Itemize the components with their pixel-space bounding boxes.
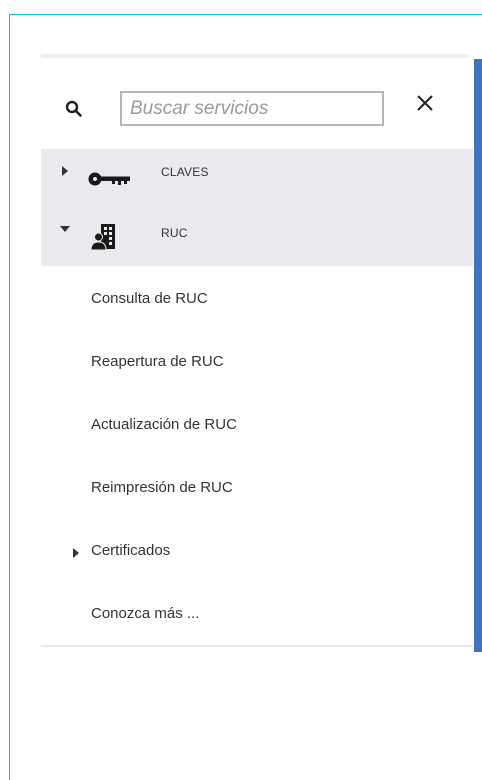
building-user-icon	[91, 224, 115, 251]
caret-right-icon[interactable]	[73, 548, 79, 558]
menu-item-actualizacion-ruc[interactable]: Actualización de RUC	[91, 416, 237, 433]
menu-item-reimpresion-ruc[interactable]: Reimpresión de RUC	[91, 479, 233, 496]
key-icon	[88, 172, 130, 186]
bottom-divider	[41, 645, 473, 647]
menu-item-consulta-ruc[interactable]: Consulta de RUC	[91, 290, 208, 307]
category-label-claves: CLAVES	[161, 165, 209, 179]
scrollbar[interactable]	[474, 59, 482, 652]
top-divider	[41, 54, 469, 58]
search-input[interactable]	[120, 91, 384, 126]
search-icon	[65, 100, 82, 117]
category-ruc[interactable]: RUC	[41, 207, 473, 266]
category-claves[interactable]: CLAVES	[41, 149, 473, 207]
category-label-ruc: RUC	[161, 226, 188, 240]
menu-item-reapertura-ruc[interactable]: Reapertura de RUC	[91, 353, 224, 370]
close-icon	[417, 95, 433, 111]
caret-down-icon	[60, 226, 70, 232]
menu-item-certificados[interactable]: Certificados	[91, 542, 170, 559]
search-row	[41, 88, 473, 134]
menu-item-conozca-mas[interactable]: Conozca más ...	[91, 605, 199, 622]
caret-right-icon	[62, 166, 68, 176]
close-button[interactable]	[412, 90, 440, 118]
